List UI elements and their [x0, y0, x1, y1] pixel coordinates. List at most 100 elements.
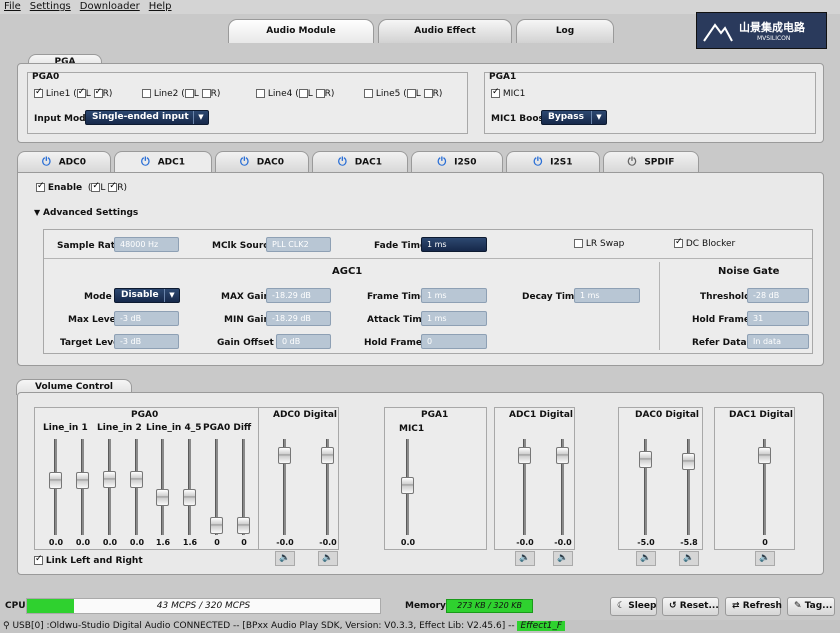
line4-checkbox[interactable] — [256, 89, 265, 98]
reset-button[interactable]: ↺ Reset... — [662, 597, 719, 616]
line-in-1-right-slider-handle[interactable] — [76, 472, 89, 489]
menu-file[interactable]: File — [4, 0, 21, 14]
adc1-digital-left-slider-handle[interactable] — [518, 447, 531, 464]
mic1-volume-slider-handle[interactable] — [401, 477, 414, 494]
line2-label: Line2 — [153, 89, 179, 99]
line-in-4-5-left-slider-handle[interactable] — [156, 489, 169, 506]
mic1-checkbox[interactable] — [491, 87, 500, 98]
threshold-field[interactable]: -28 dB — [747, 288, 809, 303]
gain-offset-label: Gain Offset — [217, 338, 274, 348]
menu-downloader[interactable]: Downloader — [80, 0, 140, 14]
tab-dac0[interactable]: ⏻ DAC0 — [215, 151, 309, 172]
target-level-field[interactable]: -3 dB — [114, 334, 179, 349]
line1-r-checkbox[interactable] — [93, 87, 103, 98]
tab-spdif[interactable]: ⏻ SPDIF — [603, 151, 699, 172]
line5-l-checkbox[interactable] — [406, 89, 416, 98]
mclk-source-field[interactable]: PLL CLK2 — [266, 237, 331, 252]
l-label: L — [307, 89, 313, 99]
adc0-digital-right-speaker-icon[interactable]: 🔈 — [318, 551, 338, 566]
line-in-2-right-slider-handle[interactable] — [130, 471, 143, 488]
max-gain-field[interactable]: -18.29 dB — [266, 288, 331, 303]
gain-offset-field[interactable]: 0 dB — [276, 334, 331, 349]
dac0-digital-group: DAC0 Digital — [618, 407, 703, 550]
adc1-digital-left-speaker-icon[interactable]: 🔈 — [515, 551, 535, 566]
tab-i2s1-label: I2S1 — [550, 157, 573, 168]
line2-l-checkbox[interactable] — [184, 89, 194, 98]
refresh-button[interactable]: ⇄ Refresh — [725, 597, 782, 616]
line2-r-checkbox[interactable] — [201, 89, 211, 98]
refer-data-label: Refer Data — [692, 338, 747, 348]
decay-time-field[interactable]: 1 ms — [574, 288, 640, 303]
chevron-down-icon: ▼ — [193, 111, 208, 124]
divider — [44, 258, 812, 259]
adc1-digital-right-speaker-icon[interactable]: 🔈 — [553, 551, 573, 566]
advanced-settings-toggle[interactable]: ▼ Advanced Settings — [34, 208, 138, 218]
adc0-digital-left-slider-handle[interactable] — [278, 447, 291, 464]
fade-time-field[interactable]: 1 ms — [421, 237, 487, 252]
adc0-digital-right-slider-handle[interactable] — [321, 447, 334, 464]
chevron-down-icon: ▼ — [591, 111, 606, 124]
dac0-digital-right-slider-handle[interactable] — [682, 453, 695, 470]
tag-button[interactable]: ✎ Tag... — [787, 597, 835, 616]
line1-l-checkbox[interactable] — [76, 87, 86, 98]
adc1-r-checkbox[interactable] — [108, 181, 118, 192]
line5-checkbox[interactable] — [364, 89, 373, 98]
sample-rate-field[interactable]: 48000 Hz — [114, 237, 179, 252]
lr-swap-row: LR Swap — [574, 239, 624, 249]
input-mode-dropdown[interactable]: Single-ended input ▼ — [85, 110, 209, 125]
line-in-4-5-right-track[interactable] — [188, 439, 191, 535]
power-icon: ⏻ — [627, 155, 637, 168]
adc1-l-checkbox[interactable] — [91, 181, 101, 192]
pga0-diff-left-slider-handle[interactable] — [210, 517, 223, 534]
min-gain-field[interactable]: -18.29 dB — [266, 311, 331, 326]
mic1-boost-dropdown[interactable]: Bypass ▼ — [541, 110, 607, 125]
line4-l-checkbox[interactable] — [298, 89, 308, 98]
dac1-digital-slider-handle[interactable] — [758, 447, 771, 464]
line-in-2-left-slider-handle[interactable] — [103, 471, 116, 488]
tab-i2s1[interactable]: ⏻ I2S1 — [506, 151, 600, 172]
adc1-digital-right-slider-handle[interactable] — [556, 447, 569, 464]
sleep-button[interactable]: ☾ Sleep — [610, 597, 657, 616]
hold-frame-field[interactable]: 31 — [747, 311, 809, 326]
mic1-label: MIC1 — [502, 89, 526, 99]
menu-help[interactable]: Help — [149, 0, 172, 14]
pga0-diff-right-slider-handle[interactable] — [237, 517, 250, 534]
dc-blocker-checkbox[interactable] — [674, 237, 683, 248]
attack-time-field[interactable]: 1 ms — [421, 311, 487, 326]
line-in-4-5-right-slider-handle[interactable] — [183, 489, 196, 506]
line4-label: Line4 — [267, 89, 293, 99]
refer-data-field[interactable]: In data — [747, 334, 809, 349]
tab-i2s0[interactable]: ⏻ I2S0 — [411, 151, 503, 172]
cpu-meter: 43 MCPS / 320 MCPS — [26, 598, 381, 614]
enable-checkbox[interactable] — [36, 181, 45, 192]
line-in-4-5-left-track[interactable] — [161, 439, 164, 535]
tab-audio-effect[interactable]: Audio Effect — [378, 19, 512, 43]
tab-log[interactable]: Log — [516, 19, 614, 43]
status-text: USB[0] :Oldwu-Studio Digital Audio CONNE… — [12, 621, 518, 631]
max-gain-label: MAX Gain — [221, 292, 270, 302]
tab-audio-module[interactable]: Audio Module — [228, 19, 374, 43]
dac0-digital-left-speaker-icon[interactable]: 🔈 — [636, 551, 656, 566]
line-in-1-left-slider-handle[interactable] — [49, 472, 62, 489]
dac0-digital-right-speaker-icon[interactable]: 🔈 — [679, 551, 699, 566]
tab-dac1[interactable]: ⏻ DAC1 — [312, 151, 408, 172]
line2-checkbox[interactable] — [142, 89, 151, 98]
line1-checkbox[interactable] — [34, 87, 43, 98]
max-level-field[interactable]: -3 dB — [114, 311, 179, 326]
menu-settings[interactable]: Settings — [30, 0, 71, 14]
adc0-digital-left-speaker-icon[interactable]: 🔈 — [275, 551, 295, 566]
dac0-digital-left-slider-handle[interactable] — [639, 451, 652, 468]
line-in-1-right-value: 0.0 — [75, 538, 91, 547]
line4-r-checkbox[interactable] — [315, 89, 325, 98]
lr-swap-checkbox[interactable] — [574, 239, 583, 248]
dac0-digital-title: DAC0 Digital — [635, 410, 699, 420]
link-left-right-checkbox[interactable] — [34, 554, 43, 565]
tab-adc0[interactable]: ⏻ ADC0 — [17, 151, 111, 172]
mode-dropdown[interactable]: Disable ▼ — [114, 288, 180, 303]
hold-frames-field[interactable]: 0 — [421, 334, 487, 349]
dac1-digital-speaker-icon[interactable]: 🔈 — [755, 551, 775, 566]
tab-adc1[interactable]: ⏻ ADC1 — [114, 151, 212, 173]
l-label: L — [415, 89, 421, 99]
frame-time-field[interactable]: 1 ms — [421, 288, 487, 303]
line5-r-checkbox[interactable] — [423, 89, 433, 98]
